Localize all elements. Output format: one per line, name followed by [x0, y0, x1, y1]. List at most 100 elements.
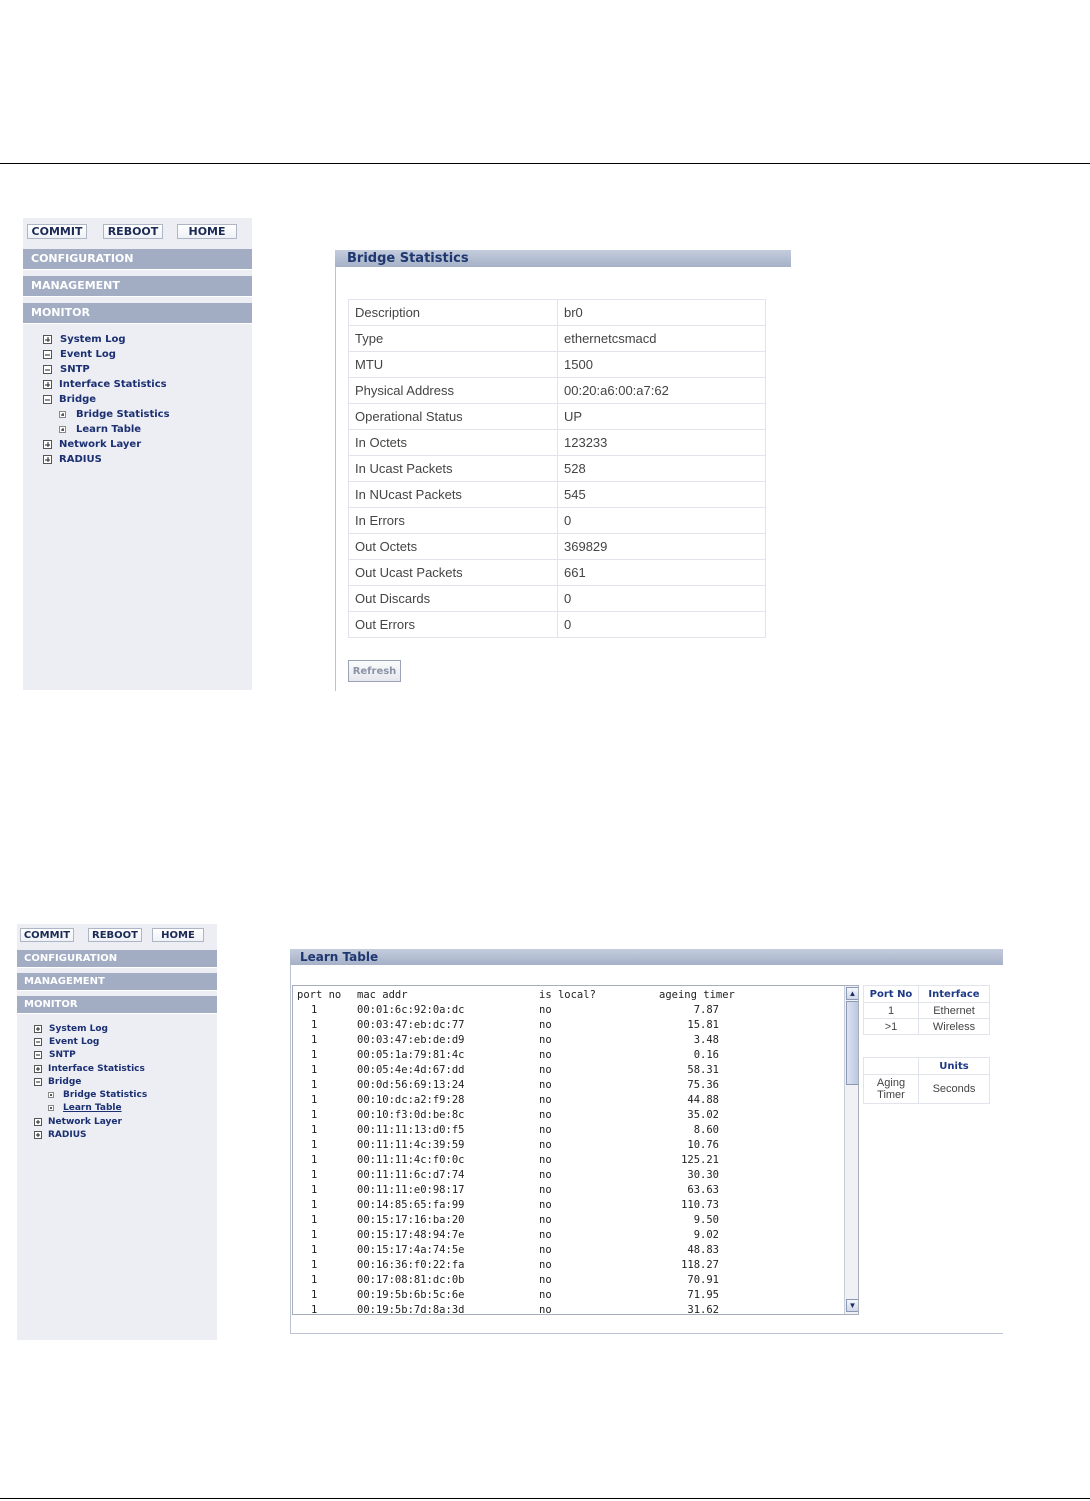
home-button-2[interactable]: HOME	[152, 928, 204, 942]
learn-cell-port: 1	[311, 1139, 318, 1151]
stats-label: MTU	[348, 351, 558, 378]
arrow-up-icon[interactable]: ▲	[846, 987, 858, 1000]
tree-item-sntp[interactable]: SNTP	[43, 362, 170, 377]
stats-row: Out Errors 0	[348, 611, 766, 638]
collapse-icon[interactable]	[43, 350, 52, 359]
stats-label: Physical Address	[348, 377, 558, 404]
learn-cell-local: no	[539, 1304, 552, 1315]
tree-item-bridge-statistics[interactable]: Bridge Statistics	[34, 1088, 147, 1101]
units-value: Seconds	[918, 1074, 990, 1104]
learn-cell-local: no	[539, 1169, 552, 1181]
learn-cell-age: 125.21	[681, 1154, 719, 1166]
home-button[interactable]: HOME	[177, 224, 237, 239]
section-management-2[interactable]: MANAGEMENT	[17, 973, 217, 991]
tree-item-radius[interactable]: RADIUS	[34, 1128, 147, 1141]
learn-cell-mac: 00:19:5b:6b:5c:6e	[357, 1289, 465, 1301]
refresh-button[interactable]: Refresh	[348, 660, 401, 682]
tree-item-learn-table[interactable]: Learn Table	[43, 422, 170, 437]
tree-label: Interface Statistics	[48, 1063, 145, 1074]
tree-item-bridge-statistics[interactable]: Bridge Statistics	[43, 407, 170, 422]
stats-label: In NUcast Packets	[348, 481, 558, 508]
learn-cell-local: no	[539, 1064, 552, 1076]
tree-item-interface-statistics[interactable]: Interface Statistics	[34, 1062, 147, 1075]
learn-cell-age: 58.31	[687, 1064, 719, 1076]
expand-icon[interactable]	[43, 440, 52, 449]
panel-left-border	[335, 267, 336, 691]
learn-cell-local: no	[539, 1019, 552, 1031]
tree-item-bridge[interactable]: Bridge	[43, 392, 170, 407]
learn-cell-port: 1	[311, 1184, 318, 1196]
tree-item-sntp[interactable]: SNTP	[34, 1049, 147, 1062]
expand-icon[interactable]	[43, 455, 52, 464]
collapse-icon[interactable]	[34, 1077, 42, 1086]
collapse-icon[interactable]	[43, 365, 52, 374]
learn-table-textarea[interactable]: port no mac addr is local? ageing timer …	[292, 985, 859, 1315]
stats-row: Operational Status UP	[348, 403, 766, 430]
section-configuration[interactable]: CONFIGURATION	[23, 249, 252, 270]
tree-item-system-log[interactable]: System Log	[43, 332, 170, 347]
learn-cell-age: 7.87	[693, 1004, 719, 1016]
stats-value: 1500	[557, 351, 766, 378]
learn-cell-age: 3.48	[693, 1034, 719, 1046]
learn-cell-mac: 00:0d:56:69:13:24	[357, 1079, 465, 1091]
expand-icon[interactable]	[48, 1105, 54, 1112]
section-monitor-2[interactable]: MONITOR	[17, 996, 217, 1014]
learn-table-row: 1 00:14:85:65:fa:99 no 110.73	[297, 1198, 858, 1213]
expand-icon[interactable]	[34, 1131, 42, 1140]
learn-cell-local: no	[539, 1199, 552, 1211]
tree-label: Interface Statistics	[59, 379, 167, 390]
expand-icon[interactable]	[59, 411, 66, 418]
header-age: ageing timer	[659, 989, 735, 1001]
top-buttons-2: COMMIT REBOOT HOME	[20, 928, 204, 942]
learn-cell-mac: 00:11:11:e0:98:17	[357, 1184, 465, 1196]
commit-button-2[interactable]: COMMIT	[20, 928, 74, 942]
learn-cell-port: 1	[311, 1049, 318, 1061]
stats-value: 0	[557, 611, 766, 638]
stats-row: In NUcast Packets 545	[348, 481, 766, 508]
tree-item-event-log[interactable]: Event Log	[43, 347, 170, 362]
collapse-icon[interactable]	[43, 395, 52, 404]
section-management[interactable]: MANAGEMENT	[23, 276, 252, 297]
learn-cell-age: 0.16	[693, 1049, 719, 1061]
collapse-icon[interactable]	[34, 1051, 42, 1060]
tree-item-learn-table[interactable]: Learn Table	[34, 1102, 147, 1115]
section-monitor[interactable]: MONITOR	[23, 303, 252, 324]
tree-item-event-log[interactable]: Event Log	[34, 1035, 147, 1048]
tree-item-system-log[interactable]: System Log	[34, 1022, 147, 1035]
learn-cell-local: no	[539, 1094, 552, 1106]
expand-icon[interactable]	[59, 426, 66, 433]
learn-cell-port: 1	[311, 1169, 318, 1181]
learn-cell-age: 30.30	[687, 1169, 719, 1181]
arrow-down-icon[interactable]: ▼	[846, 1299, 858, 1312]
learn-table-content: port no mac addr is local? ageing timer …	[293, 986, 858, 1315]
expand-icon[interactable]	[34, 1064, 42, 1073]
tree-item-interface-statistics[interactable]: Interface Statistics	[43, 377, 170, 392]
bottom-page-rule	[0, 1498, 1090, 1499]
expand-icon[interactable]	[43, 335, 52, 344]
port-no-header: Port No	[863, 985, 919, 1003]
learn-cell-mac: 00:10:dc:a2:f9:28	[357, 1094, 465, 1106]
tree-item-network-layer[interactable]: Network Layer	[34, 1115, 147, 1128]
expand-icon[interactable]	[34, 1117, 42, 1126]
expand-icon[interactable]	[43, 380, 52, 389]
monitor-tree: System Log Event Log SNTP Interface Stat…	[43, 332, 170, 467]
reboot-button[interactable]: REBOOT	[103, 224, 163, 239]
scrollbar-thumb[interactable]	[846, 1001, 858, 1085]
commit-button[interactable]: COMMIT	[27, 224, 87, 239]
expand-icon[interactable]	[48, 1092, 54, 1099]
tree-item-network-layer[interactable]: Network Layer	[43, 437, 170, 452]
section-configuration-2[interactable]: CONFIGURATION	[17, 950, 217, 968]
tree-item-bridge[interactable]: Bridge	[34, 1075, 147, 1088]
tree-label: Event Log	[60, 349, 116, 360]
learn-table-scrollbar[interactable]: ▲ ▼	[844, 986, 858, 1314]
tree-item-radius[interactable]: RADIUS	[43, 452, 170, 467]
learn-cell-port: 1	[311, 1229, 318, 1241]
learn-cell-age: 31.62	[687, 1304, 719, 1315]
learn-cell-local: no	[539, 1124, 552, 1136]
collapse-icon[interactable]	[34, 1037, 42, 1046]
learn-table-row: 1 00:0d:56:69:13:24 no 75.36	[297, 1078, 858, 1093]
stats-value: 545	[557, 481, 766, 508]
reboot-button-2[interactable]: REBOOT	[88, 928, 142, 942]
learn-cell-port: 1	[311, 1079, 318, 1091]
expand-icon[interactable]	[34, 1024, 42, 1033]
